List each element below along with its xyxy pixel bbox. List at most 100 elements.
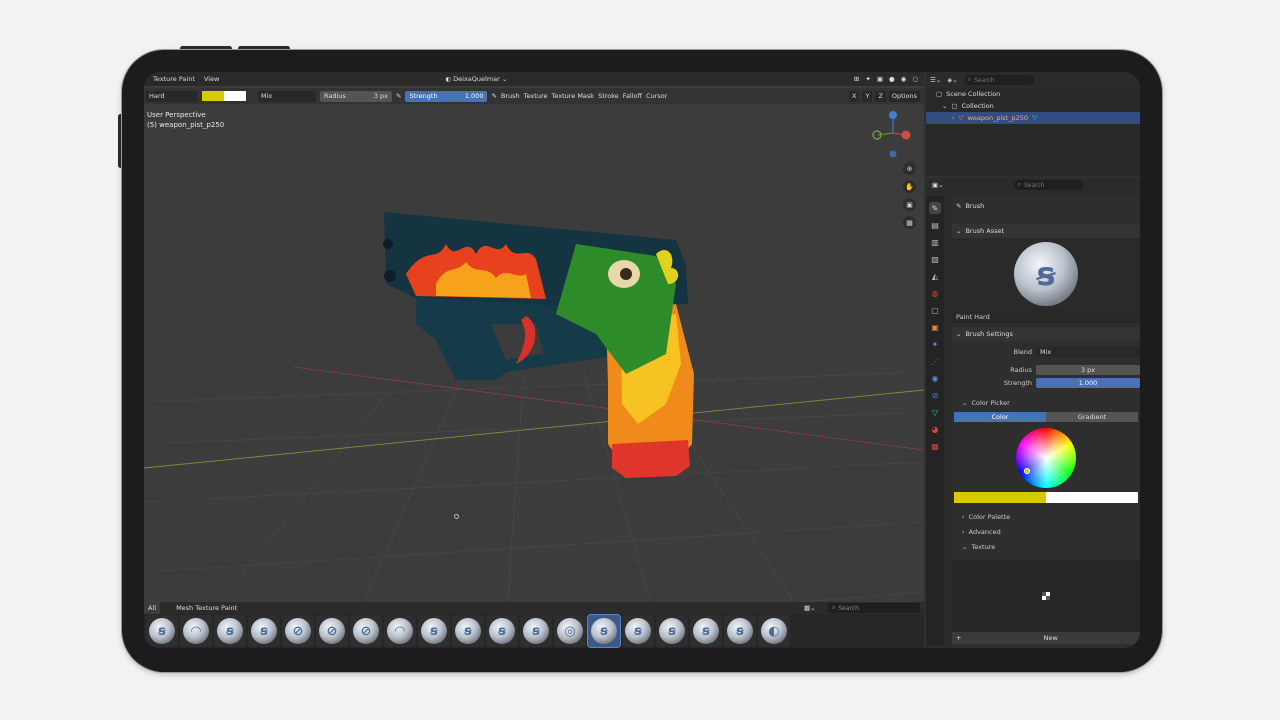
menu-falloff[interactable]: Falloff <box>623 92 642 100</box>
menu-brush[interactable]: Brush <box>501 92 520 100</box>
brush-thumbnail[interactable]: ꞩ <box>622 615 654 647</box>
options-dropdown[interactable]: Options <box>888 90 920 102</box>
overlay-icon[interactable]: ⊞ <box>854 75 859 83</box>
primary-color-swatch[interactable] <box>954 492 1046 503</box>
color-tab[interactable]: Color <box>954 412 1046 422</box>
gizmo-icon[interactable]: ✦ <box>865 75 870 83</box>
advanced-subpanel-header[interactable]: › Advanced <box>952 524 1140 539</box>
primary-color-swatch[interactable] <box>202 91 224 101</box>
shelf-search-input[interactable]: ⌕ Search <box>828 603 920 613</box>
view-layer-tab-icon[interactable]: ▧ <box>929 253 941 265</box>
brush-thumbnail[interactable]: ꞩ <box>214 615 246 647</box>
solid-shading-icon[interactable]: ● <box>889 75 895 83</box>
chevron-right-icon[interactable]: › <box>952 114 955 122</box>
zoom-icon[interactable]: ⊕ <box>903 162 916 175</box>
chevron-down-icon[interactable]: ⌄ <box>942 102 947 110</box>
menu-texture[interactable]: Texture <box>524 92 548 100</box>
brush-asset-name-row[interactable]: Paint Hard <box>952 310 1140 323</box>
brush-settings-panel-header[interactable]: ⌄ Brush Settings <box>952 327 1140 341</box>
blend-dropdown[interactable]: Mix <box>258 90 316 102</box>
material-tab-icon[interactable]: ◕ <box>929 423 941 435</box>
texture-subpanel-header[interactable]: ⌄ Texture <box>952 539 1140 554</box>
brush-thumbnail[interactable]: ꞩ <box>724 615 756 647</box>
brush-thumbnail[interactable]: ◐ <box>758 615 790 647</box>
radius-field[interactable]: 3 px <box>1036 364 1140 375</box>
grid-icon[interactable]: ▦ <box>903 216 916 229</box>
brush-thumbnail[interactable]: ꞩ <box>587 614 621 648</box>
color-wheel-cursor[interactable] <box>1024 468 1030 474</box>
texture-tab-icon[interactable]: ▩ <box>929 440 941 452</box>
render-tab-icon[interactable]: ▤ <box>929 219 941 231</box>
brush-thumbnail[interactable]: ⊘ <box>316 615 348 647</box>
strength-field[interactable]: Strength 1.000 <box>405 90 488 102</box>
secondary-color-swatch[interactable] <box>224 91 246 101</box>
collection-row[interactable]: ⌄ ▢ Collection <box>926 100 1140 112</box>
rendered-shading-icon[interactable]: ○ <box>912 75 918 83</box>
brush-thumbnail[interactable]: ꞩ <box>146 615 178 647</box>
brush-thumbnail[interactable]: ꞩ <box>520 615 552 647</box>
tool-tab-icon[interactable]: ✎ <box>929 202 941 214</box>
radius-field[interactable]: Radius 3 px <box>320 90 392 102</box>
constraints-tab-icon[interactable]: ⊘ <box>929 389 941 401</box>
new-texture-button[interactable]: New <box>961 634 1140 642</box>
color-wheel[interactable] <box>1016 428 1076 488</box>
menu-cursor[interactable]: Cursor <box>646 92 667 100</box>
secondary-color-swatch[interactable] <box>1046 492 1138 503</box>
color-palette-subpanel-header[interactable]: › Color Palette <box>952 509 1140 524</box>
shelf-tab-all[interactable]: All <box>144 602 161 614</box>
brush-thumbnail[interactable]: ꞩ <box>248 615 280 647</box>
collection-tab-icon[interactable]: ▢ <box>929 304 941 316</box>
scene-collection-row[interactable]: ▢ Scene Collection <box>926 88 1140 100</box>
brush-thumbnail[interactable]: ◎ <box>554 615 586 647</box>
menu-texture-mask[interactable]: Texture Mask <box>551 92 594 100</box>
brush-preset-dropdown[interactable]: Hard <box>146 90 198 102</box>
brush-thumbnail[interactable]: ◠ <box>384 615 416 647</box>
world-tab-icon[interactable]: ◍ <box>929 287 941 299</box>
mode-dropdown[interactable]: Texture Paint <box>150 73 198 85</box>
blend-dropdown[interactable]: Mix <box>1036 346 1140 357</box>
brush-thumbnail[interactable]: ꞩ <box>452 615 484 647</box>
scene-tab-icon[interactable]: ◭ <box>929 270 941 282</box>
menu-stroke[interactable]: Stroke <box>598 92 619 100</box>
axis-z[interactable]: Z <box>875 90 886 102</box>
brush-thumbnail[interactable]: ꞩ <box>418 615 450 647</box>
plus-icon[interactable]: + <box>952 634 961 642</box>
brush-thumbnail[interactable]: ꞩ <box>486 615 518 647</box>
brush-thumbnail[interactable]: ꞩ <box>690 615 722 647</box>
brush-thumbnail[interactable]: ◠ <box>180 615 212 647</box>
shelf-tab-mesh-texture-paint[interactable]: Mesh Texture Paint <box>172 602 241 614</box>
strength-field[interactable]: 1.000 <box>1036 377 1140 388</box>
output-tab-icon[interactable]: ▥ <box>929 236 941 248</box>
brush-thumbnail[interactable]: ⊘ <box>350 615 382 647</box>
data-tab-icon[interactable]: ▽ <box>929 406 941 418</box>
camera-icon[interactable]: ▣ <box>903 198 916 211</box>
texture-preview[interactable] <box>952 560 1140 632</box>
particles-tab-icon[interactable]: ⋰ <box>929 355 941 367</box>
editor-type-icon[interactable]: ☰⌄ <box>930 76 941 84</box>
material-shading-icon[interactable]: ◉ <box>901 75 907 83</box>
brush-asset-preview[interactable]: ꞩ <box>952 238 1140 310</box>
brush-asset-panel-header[interactable]: ⌄ Brush Asset <box>952 224 1140 238</box>
pressure-icon[interactable]: ✎ <box>396 92 401 100</box>
brush-thumbnail[interactable]: ꞩ <box>656 615 688 647</box>
pressure-icon[interactable]: ✎ <box>491 92 496 100</box>
pistol-model[interactable] <box>376 204 706 488</box>
brush-thumbnail[interactable]: ⊘ <box>282 615 314 647</box>
properties-search-input[interactable]: ⌕ Search <box>1013 180 1084 190</box>
outliner-search-input[interactable]: ⌕ Search <box>963 75 1034 85</box>
pan-hand-icon[interactable]: ✋ <box>903 180 916 193</box>
3d-viewport[interactable]: Texture Paint View ◐ DeixaQuelmar ⌄ ⊞ ✦ … <box>144 72 924 648</box>
axis-y[interactable]: Y <box>862 90 873 102</box>
gradient-tab[interactable]: Gradient <box>1046 412 1138 422</box>
color-picker-subpanel-header[interactable]: ⌄ Color Picker <box>952 395 1140 410</box>
navigation-gizmo[interactable] <box>868 108 918 158</box>
display-options-icon[interactable]: ▦⌄ <box>804 604 816 612</box>
axis-x[interactable]: X <box>849 90 860 102</box>
object-dropdown[interactable]: ◐ DeixaQuelmar ⌄ <box>445 75 507 83</box>
object-tab-icon[interactable]: ▣ <box>929 321 941 333</box>
physics-tab-icon[interactable]: ◉ <box>929 372 941 384</box>
filter-icon[interactable]: ◈⌄ <box>947 76 957 84</box>
view-menu[interactable]: View <box>204 75 219 83</box>
editor-type-icon[interactable]: ▣⌄ <box>932 181 944 189</box>
xray-icon[interactable]: ▣ <box>877 75 883 83</box>
